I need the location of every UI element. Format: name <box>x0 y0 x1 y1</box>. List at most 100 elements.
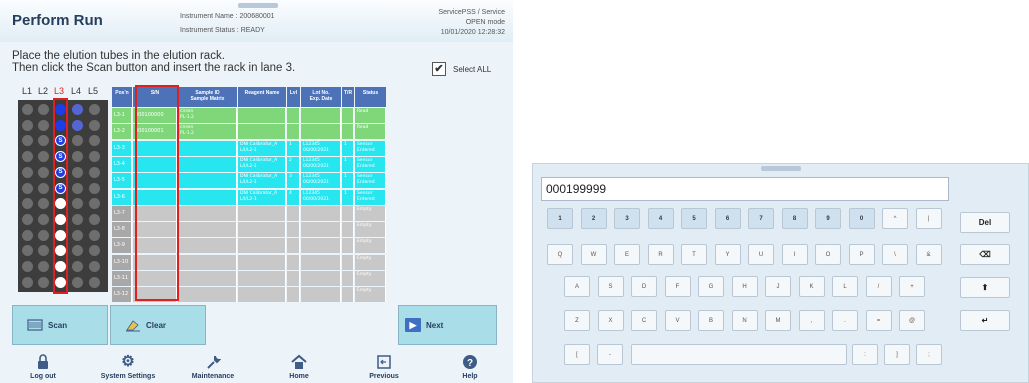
enter-icon[interactable]: ↵ <box>960 310 1010 331</box>
table-cell-sample <box>178 140 237 156</box>
key-2[interactable]: 3 <box>614 208 640 229</box>
table-cell-lvl <box>287 222 300 238</box>
table-cell-sample <box>178 189 237 205</box>
key-row4-3[interactable]: V <box>664 310 691 331</box>
lane-label-l2: L2 <box>38 86 49 96</box>
key-8[interactable]: 9 <box>815 208 841 229</box>
table-cell-lot: L12345 00/00/2021 <box>301 140 341 156</box>
key-row4-5[interactable]: N <box>731 310 758 331</box>
instrument-info: Instrument Name : 200680001 Instrument S… <box>180 10 275 38</box>
keyboard-handle[interactable] <box>761 166 801 171</box>
key-11[interactable]: | <box>915 208 942 229</box>
space-key[interactable] <box>631 344 847 365</box>
key-row3-2[interactable]: D <box>631 276 657 297</box>
table-cell-pos: L3-10 <box>112 254 132 270</box>
key-7[interactable]: 8 <box>781 208 808 229</box>
nav-logout[interactable]: Log out <box>3 352 83 380</box>
key-row3-7[interactable]: K <box>798 276 825 297</box>
table-cell-status: Sensor Entered <box>355 173 386 189</box>
key-row3-0[interactable]: A <box>564 276 590 297</box>
window-handle[interactable] <box>238 3 278 8</box>
key-row2-3[interactable]: R <box>647 244 674 265</box>
key-row2-1[interactable]: W <box>580 244 607 265</box>
table-cell-reagent <box>238 287 286 303</box>
key-row3-5[interactable]: H <box>731 276 758 297</box>
table-cell-reagent <box>238 108 286 123</box>
rack-hole <box>89 151 100 163</box>
key-10[interactable]: ^ <box>882 208 908 229</box>
table-cell-sample <box>178 205 237 221</box>
key-row4-1[interactable]: X <box>597 310 624 331</box>
key-row3-4[interactable]: G <box>698 276 724 297</box>
key-row3-6[interactable]: J <box>765 276 791 297</box>
key-row4-9[interactable]: = <box>865 310 892 331</box>
nav-previous[interactable]: Previous <box>344 352 424 380</box>
wrench-icon <box>173 352 253 370</box>
next-button[interactable]: ▶ Next <box>398 305 497 345</box>
key-row4-4[interactable]: B <box>698 310 724 331</box>
key-row3-3[interactable]: F <box>664 276 691 297</box>
rack-hole <box>89 182 100 194</box>
key-row3-10[interactable]: + <box>899 276 925 297</box>
clear-button[interactable]: Clear <box>110 305 206 345</box>
column-header: Reagent Name <box>238 87 286 107</box>
home-icon <box>259 352 339 370</box>
delete-key[interactable]: Del <box>960 212 1010 233</box>
table-cell-lvl <box>287 254 300 270</box>
key-row4-10[interactable]: @ <box>899 310 925 331</box>
scan-button[interactable]: Scan <box>12 305 108 345</box>
key-row4-2[interactable]: C <box>631 310 657 331</box>
key-row4-0[interactable]: Z <box>564 310 590 331</box>
rack-hole <box>89 166 100 178</box>
rack-hole <box>72 261 83 272</box>
bottom-nav: Log out ⚙ System Settings Maintenance Ho… <box>0 352 513 383</box>
key-row2-5[interactable]: Y <box>714 244 741 265</box>
nav-maintenance[interactable]: Maintenance <box>173 352 253 380</box>
rack-hole <box>38 198 49 210</box>
key-row2-2[interactable]: E <box>614 244 640 265</box>
rack-hole <box>38 261 49 272</box>
key-row5-1[interactable]: - <box>597 344 623 365</box>
key-row4-8[interactable]: . <box>832 310 858 331</box>
key-row4-6[interactable]: M <box>765 310 791 331</box>
key-0[interactable]: 1 <box>547 208 573 229</box>
table-cell-sample: cnsen PL-1.2 <box>178 108 237 123</box>
table-cell-pos: L3-3 <box>112 140 132 156</box>
table-cell-reagent <box>238 205 286 221</box>
key-3[interactable]: 4 <box>647 208 674 229</box>
keyboard-input[interactable]: 000199999 <box>541 177 949 201</box>
top-bar: Perform Run Instrument Name : 200680001 … <box>0 0 513 42</box>
key-row2-8[interactable]: O <box>815 244 841 265</box>
key-row2-0[interactable]: Q <box>547 244 573 265</box>
select-all-checkbox[interactable]: ✔ Select ALL <box>432 62 491 76</box>
shift-icon[interactable]: ⬆ <box>960 277 1010 298</box>
key-row3-1[interactable]: S <box>597 276 624 297</box>
key-row3-8[interactable]: L <box>832 276 858 297</box>
nav-system-settings[interactable]: ⚙ System Settings <box>88 352 168 380</box>
key-row5-3[interactable]: : <box>852 344 878 365</box>
key-row2-6[interactable]: U <box>748 244 774 265</box>
key-5[interactable]: 6 <box>714 208 741 229</box>
key-row2-11[interactable]: & <box>915 244 942 265</box>
rack-hole <box>89 213 100 225</box>
key-row4-7[interactable]: , <box>798 310 825 331</box>
key-row5-4[interactable]: ] <box>884 344 910 365</box>
rack-hole <box>22 276 33 288</box>
nav-help[interactable]: ? Help <box>430 352 510 380</box>
key-row2-10[interactable]: \ <box>882 244 908 265</box>
key-4[interactable]: 5 <box>681 208 707 229</box>
key-6[interactable]: 7 <box>748 208 774 229</box>
rack-hole <box>89 245 100 257</box>
lane-label-l3: L3 <box>54 86 65 96</box>
key-row5-0[interactable]: [ <box>564 344 590 365</box>
key-row5-5[interactable]: ; <box>916 344 942 365</box>
key-row2-7[interactable]: I <box>781 244 808 265</box>
key-9[interactable]: 0 <box>848 208 875 229</box>
backspace-icon[interactable]: ⌫ <box>960 244 1010 265</box>
mode-label: OPEN mode <box>465 19 505 26</box>
key-row3-9[interactable]: / <box>865 276 892 297</box>
nav-home[interactable]: Home <box>259 352 339 380</box>
key-row2-9[interactable]: P <box>848 244 875 265</box>
key-row2-4[interactable]: T <box>681 244 707 265</box>
key-1[interactable]: 2 <box>580 208 607 229</box>
